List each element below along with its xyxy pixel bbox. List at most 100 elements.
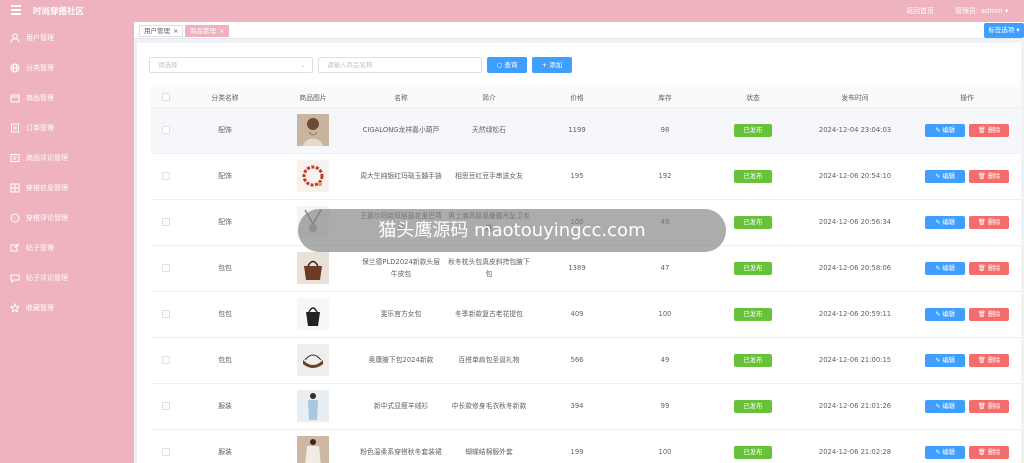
category-cell: 配饰 [181,199,269,246]
status-badge: 已发布 [734,353,772,367]
post-icon [10,243,20,253]
edit-button[interactable]: ✎ 编辑 [925,169,965,183]
edit-button[interactable]: ✎ 编辑 [925,399,965,413]
intro-cell: 蝴蝶结棉服外套 [445,429,533,463]
category-cell: 包包 [181,245,269,292]
menu-toggle-icon[interactable] [11,5,21,15]
sidebar-item-label: 帖子评论管理 [26,274,68,282]
time-cell: 2024-12-06 20:54:10 [797,153,913,200]
status-badge: 已发布 [734,261,772,275]
back-home-link[interactable]: 返回首页 [906,6,934,16]
add-button[interactable]: + 添加 [532,57,572,73]
search-input[interactable] [318,57,482,73]
query-button[interactable]: ○ 查询 [487,57,527,73]
column-header: 价格 [533,87,621,108]
star-icon [10,303,20,313]
category-select[interactable]: 请选择 ⌄ [149,57,313,73]
row-checkbox[interactable] [162,218,170,226]
sidebar-item-outfit-info[interactable]: 穿搭信息管理 [10,181,68,195]
row-checkbox[interactable] [162,448,170,456]
name-cell: CIGALONG龙祥嘉小葫芦 [357,107,445,154]
grid-icon [10,183,20,193]
delete-button[interactable]: 🗑 删除 [969,399,1009,413]
delete-button[interactable]: 🗑 删除 [969,445,1009,459]
intro-cell: 冬季新款复古老花提包 [445,291,533,338]
row-checkbox[interactable] [162,402,170,410]
column-header: 简介 [445,87,533,108]
close-icon[interactable]: × [173,27,178,35]
delete-button[interactable]: 🗑 删除 [969,261,1009,275]
table-row[interactable]: 配饰 CIGALONG龙祥嘉小葫芦 天然绿松石 1199 98 已发布 2024… [151,107,1021,154]
row-checkbox[interactable] [162,126,170,134]
sidebar-item-product-comments[interactable]: 商品评论管理 [10,151,68,165]
table-row[interactable]: 包包 奥康腋下包2024新款 百搭单肩包圣诞礼物 566 49 已发布 2024… [151,337,1021,384]
product-image [297,436,329,463]
column-header: 分类名称 [181,87,269,108]
stock-cell: 100 [621,429,709,463]
sidebar-item-favorites[interactable]: 收藏管理 [10,301,54,315]
close-icon[interactable]: × [219,27,224,35]
row-checkbox[interactable] [162,356,170,364]
edit-button[interactable]: ✎ 编辑 [925,307,965,321]
delete-button[interactable]: 🗑 删除 [969,307,1009,321]
tab-products[interactable]: 商品管理 × [185,25,230,37]
product-image [297,160,329,192]
sidebar-item-post-comments[interactable]: 帖子评论管理 [10,271,68,285]
status-badge: 已发布 [734,215,772,229]
sidebar-item-users[interactable]: 用户管理 [10,31,54,45]
name-cell: 周大生纯银红玛瑙玉髓手链 [357,153,445,200]
table-row[interactable]: 配饰 周大生纯银红玛瑙玉髓手链 相思豆红豆手串送女友 195 192 已发布 2… [151,153,1021,200]
category-cell: 配饰 [181,153,269,200]
status-badge: 已发布 [734,445,772,459]
edit-button[interactable]: ✎ 编辑 [925,353,965,367]
admin-dropdown[interactable]: 管理员: admin ▾ [955,6,1008,16]
select-all-checkbox[interactable] [151,87,181,108]
category-cell: 包包 [181,337,269,384]
tabs-bar: 用户管理 × 商品管理 × [134,22,1024,39]
sidebar-item-products[interactable]: 商品管理 [10,91,54,105]
document-icon [10,123,20,133]
edit-button[interactable]: ✎ 编辑 [925,123,965,137]
edit-button[interactable]: ✎ 编辑 [925,261,965,275]
sidebar-item-orders[interactable]: 订单管理 [10,121,54,135]
row-checkbox[interactable] [162,264,170,272]
tab-options-button[interactable]: 标签选项 ▾ [984,23,1024,38]
name-cell: 奥康腋下包2024新款 [357,337,445,384]
stock-cell: 49 [621,337,709,384]
sidebar-item-categories[interactable]: 分类管理 [10,61,54,75]
sidebar-item-label: 帖子管理 [26,244,54,252]
edit-button[interactable]: ✎ 编辑 [925,445,965,459]
price-cell: 394 [533,383,621,430]
category-cell: 配饰 [181,107,269,154]
edit-button[interactable]: ✎ 编辑 [925,215,965,229]
row-checkbox[interactable] [162,310,170,318]
status-badge: 已发布 [734,169,772,183]
delete-button[interactable]: 🗑 删除 [969,123,1009,137]
stock-cell: 192 [621,153,709,200]
stock-cell: 99 [621,383,709,430]
sidebar: 用户管理 分类管理 商品管理 订单管理 商品评论管理 穿搭信息管理 穿搭评论管理… [0,22,134,463]
product-image [297,298,329,330]
name-cell: 新中式显瘦羊绒衫 [357,383,445,430]
table-row[interactable]: 包包 斐乐官方女包 冬季新款复古老花提包 409 100 已发布 2024-12… [151,291,1021,338]
time-cell: 2024-12-06 21:02:28 [797,429,913,463]
time-cell: 2024-12-06 21:01:26 [797,383,913,430]
tab-users[interactable]: 用户管理 × [139,25,184,37]
sidebar-item-label: 穿搭评论管理 [26,214,68,222]
row-checkbox[interactable] [162,172,170,180]
delete-button[interactable]: 🗑 删除 [969,169,1009,183]
sidebar-item-outfit-comments[interactable]: 穿搭评论管理 [10,211,68,225]
select-placeholder: 请选择 [158,61,178,69]
chevron-down-icon: ⌄ [300,61,306,69]
column-header: 操作 [913,87,1021,108]
product-image [297,114,329,146]
product-image [297,252,329,284]
sidebar-item-posts[interactable]: 帖子管理 [10,241,54,255]
delete-button[interactable]: 🗑 删除 [969,215,1009,229]
table-row[interactable]: 服装 新中式显瘦羊绒衫 中长款修身毛衣秋冬新款 394 99 已发布 2024-… [151,383,1021,430]
product-image [297,344,329,376]
table-row[interactable]: 服装 粉色温柔系穿搭秋冬套装裙 蝴蝶结棉服外套 199 100 已发布 2024… [151,429,1021,463]
status-badge: 已发布 [734,307,772,321]
delete-button[interactable]: 🗑 删除 [969,353,1009,367]
price-cell: 566 [533,337,621,384]
